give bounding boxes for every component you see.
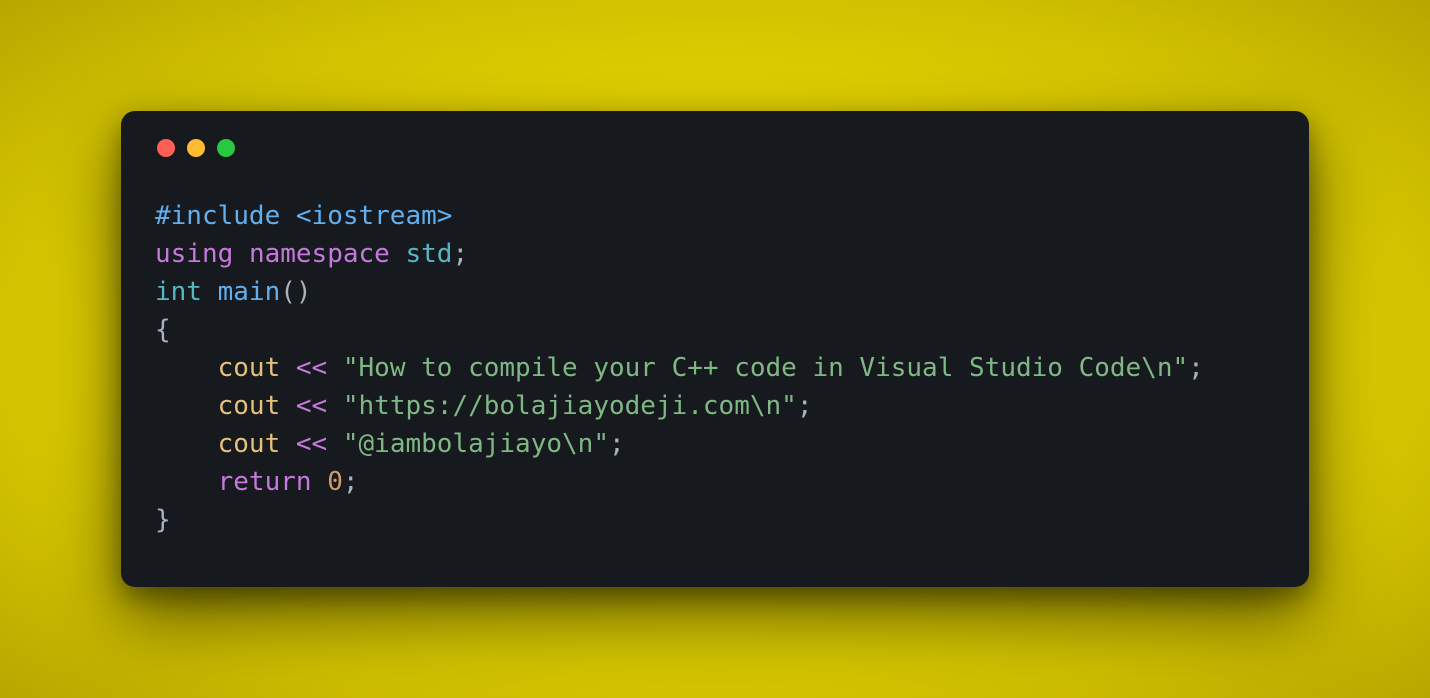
code-window: #include <iostream> using namespace std;… xyxy=(121,111,1309,587)
close-icon[interactable] xyxy=(157,139,175,157)
type-int: int xyxy=(155,277,202,307)
operator-insert: << xyxy=(296,429,327,459)
parentheses: () xyxy=(280,277,311,307)
semicolon: ; xyxy=(452,239,468,269)
keyword-return: return xyxy=(218,467,312,497)
identifier-cout: cout xyxy=(218,429,281,459)
indent xyxy=(155,467,218,497)
keyword-using: using xyxy=(155,239,233,269)
indent xyxy=(155,353,218,383)
semicolon: ; xyxy=(343,467,359,497)
window-traffic-lights xyxy=(157,139,1275,157)
number-zero: 0 xyxy=(327,467,343,497)
string-literal-1: "How to compile your C++ code in Visual … xyxy=(343,353,1188,383)
brace-close: } xyxy=(155,505,171,535)
identifier-std: std xyxy=(405,239,452,269)
brace-open: { xyxy=(155,315,171,345)
zoom-icon[interactable] xyxy=(217,139,235,157)
operator-insert: << xyxy=(296,391,327,421)
semicolon: ; xyxy=(797,391,813,421)
operator-insert: << xyxy=(296,353,327,383)
keyword-namespace: namespace xyxy=(249,239,390,269)
code-block: #include <iostream> using namespace std;… xyxy=(155,197,1275,539)
semicolon: ; xyxy=(609,429,625,459)
function-main: main xyxy=(218,277,281,307)
semicolon: ; xyxy=(1188,353,1204,383)
identifier-cout: cout xyxy=(218,353,281,383)
indent xyxy=(155,391,218,421)
preprocessor-header: <iostream> xyxy=(296,201,453,231)
string-literal-3: "@iambolajiayo\n" xyxy=(343,429,609,459)
string-literal-2: "https://bolajiayodeji.com\n" xyxy=(343,391,797,421)
minimize-icon[interactable] xyxy=(187,139,205,157)
identifier-cout: cout xyxy=(218,391,281,421)
preprocessor-include: #include xyxy=(155,201,296,231)
indent xyxy=(155,429,218,459)
page-frame: #include <iostream> using namespace std;… xyxy=(0,0,1430,698)
